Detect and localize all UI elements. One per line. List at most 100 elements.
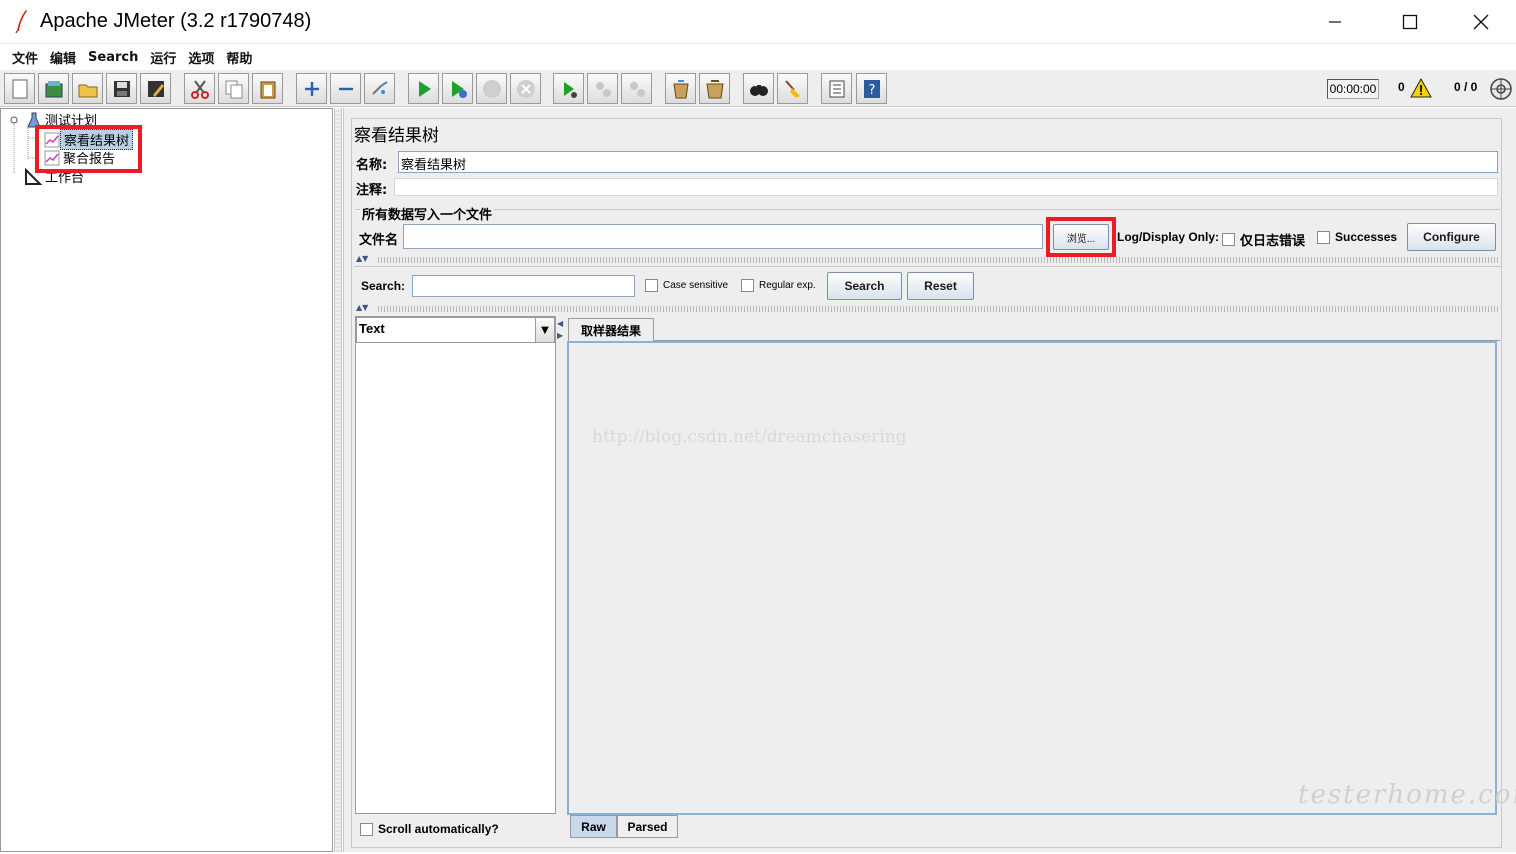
highlight-box-tree (35, 125, 142, 173)
binoculars-icon (749, 84, 768, 96)
checkbox-box (741, 279, 754, 292)
checkbox-label: 仅日志错误 (1240, 234, 1306, 249)
tab-parsed[interactable]: Parsed (617, 815, 678, 838)
split-divider[interactable] (378, 257, 1500, 263)
search-button[interactable]: Search (827, 272, 902, 300)
remote-exit-icon (629, 81, 645, 97)
split-divider[interactable] (378, 306, 1500, 312)
toggle-button[interactable] (364, 73, 395, 104)
start-no-timers-icon (451, 80, 467, 98)
minimize-button[interactable] (1300, 0, 1370, 44)
remote-start-button[interactable] (553, 73, 584, 104)
cut-icon (190, 79, 209, 99)
errors-only-checkbox[interactable]: 仅日志错误 (1222, 230, 1305, 249)
menu-edit[interactable]: 编辑 (44, 48, 82, 67)
checkbox-label: Successes (1335, 230, 1398, 244)
cut-button[interactable] (184, 73, 215, 104)
clear-all-icon (705, 79, 724, 98)
remote-start-icon (563, 81, 577, 98)
sample-list[interactable] (355, 316, 556, 814)
toggle-icon (371, 80, 388, 95)
search-label: Search: (361, 279, 406, 293)
menu-options[interactable]: 选项 (182, 48, 220, 67)
start-no-timers-button[interactable] (442, 73, 473, 104)
active-threads: 0 / 0 (1454, 80, 1478, 94)
menu-search[interactable]: Search (82, 50, 144, 65)
expand-button[interactable] (296, 73, 327, 104)
remote-stop-icon (595, 81, 611, 97)
checkbox-label: Regular exp. (759, 280, 816, 291)
clear-all-button[interactable] (699, 73, 730, 104)
checkbox-box (645, 279, 658, 292)
clear-button[interactable] (665, 73, 696, 104)
panel-title: 察看结果树 (354, 126, 439, 146)
stop-button[interactable] (476, 73, 507, 104)
tab-raw[interactable]: Raw (570, 815, 617, 838)
renderer-select[interactable] (356, 317, 555, 343)
menu-file[interactable]: 文件 (6, 48, 44, 67)
log-display-label: Log/Display Only: (1117, 230, 1220, 244)
name-field[interactable]: 察看结果树 (398, 151, 1498, 173)
name-label: 名称: (356, 158, 388, 173)
regex-checkbox[interactable]: Regular exp. (741, 279, 816, 292)
results-splitter[interactable] (556, 316, 564, 840)
maximize-icon (1402, 14, 1418, 30)
maximize-button[interactable] (1375, 0, 1445, 44)
clear-icon (672, 79, 689, 98)
menu-bar: 文件 编辑 Search 运行 选项 帮助 (0, 44, 1516, 70)
close-icon (1473, 14, 1489, 30)
chevron-down-icon[interactable]: ▼ (535, 318, 554, 342)
paste-icon (260, 81, 275, 98)
file-section-title: 所有数据写入一个文件 (360, 204, 495, 223)
checkbox-box (360, 822, 373, 836)
menu-run[interactable]: 运行 (144, 48, 182, 67)
open-icon (78, 84, 97, 97)
reset-button[interactable]: Reset (907, 272, 974, 300)
renderer-select-value: Text (359, 321, 385, 336)
panel-splitter[interactable] (334, 108, 342, 852)
collapse-icon (338, 87, 353, 90)
shutdown-button[interactable] (510, 73, 541, 104)
sampler-result-body[interactable] (567, 341, 1497, 815)
remote-stop-button[interactable] (587, 73, 618, 104)
close-button[interactable] (1446, 0, 1516, 44)
help-icon: ? (863, 79, 880, 98)
title-bar: Apache JMeter (3.2 r1790748) (0, 0, 1516, 44)
split-arrows[interactable]: ◀ ▶ (557, 318, 563, 342)
checkbox-box (1317, 230, 1330, 244)
templates-icon (45, 80, 62, 97)
save-button[interactable] (106, 73, 137, 104)
tab-sampler-result[interactable]: 取样器结果 (568, 318, 654, 341)
highlight-box-browse (1046, 217, 1116, 257)
split-arrows[interactable]: ▲▼ (356, 303, 368, 312)
remote-engines-icon[interactable] (1489, 77, 1513, 101)
templates-button[interactable] (38, 73, 69, 104)
reset-search-button[interactable] (777, 73, 808, 104)
scroll-automatically-checkbox[interactable]: Scroll automatically? (360, 822, 499, 836)
collapse-button[interactable] (330, 73, 361, 104)
copy-button[interactable] (218, 73, 249, 104)
successes-checkbox[interactable]: Successes (1317, 230, 1397, 244)
split-arrows[interactable]: ▲▼ (356, 254, 368, 263)
stop-icon (482, 79, 501, 98)
save-as-button[interactable] (140, 73, 171, 104)
function-helper-button[interactable] (821, 73, 852, 104)
paste-button[interactable] (252, 73, 283, 104)
new-button[interactable] (4, 73, 35, 104)
warning-icon[interactable] (1410, 78, 1432, 98)
help-button[interactable]: ? (856, 73, 887, 104)
checkbox-box (1222, 233, 1235, 246)
remote-exit-button[interactable] (621, 73, 652, 104)
search-button[interactable] (743, 73, 774, 104)
comment-field[interactable] (394, 178, 1498, 196)
filename-field[interactable] (403, 224, 1043, 249)
filename-label: 文件名 (359, 233, 399, 248)
search-input[interactable] (412, 275, 635, 297)
error-count: 0 (1398, 80, 1405, 94)
menu-help[interactable]: 帮助 (220, 48, 258, 67)
corner-watermark: testerhome.com (1298, 780, 1516, 810)
case-sensitive-checkbox[interactable]: Case sensitive (645, 279, 728, 292)
configure-button[interactable]: Configure (1407, 223, 1496, 251)
open-button[interactable] (72, 73, 103, 104)
start-button[interactable] (408, 73, 439, 104)
